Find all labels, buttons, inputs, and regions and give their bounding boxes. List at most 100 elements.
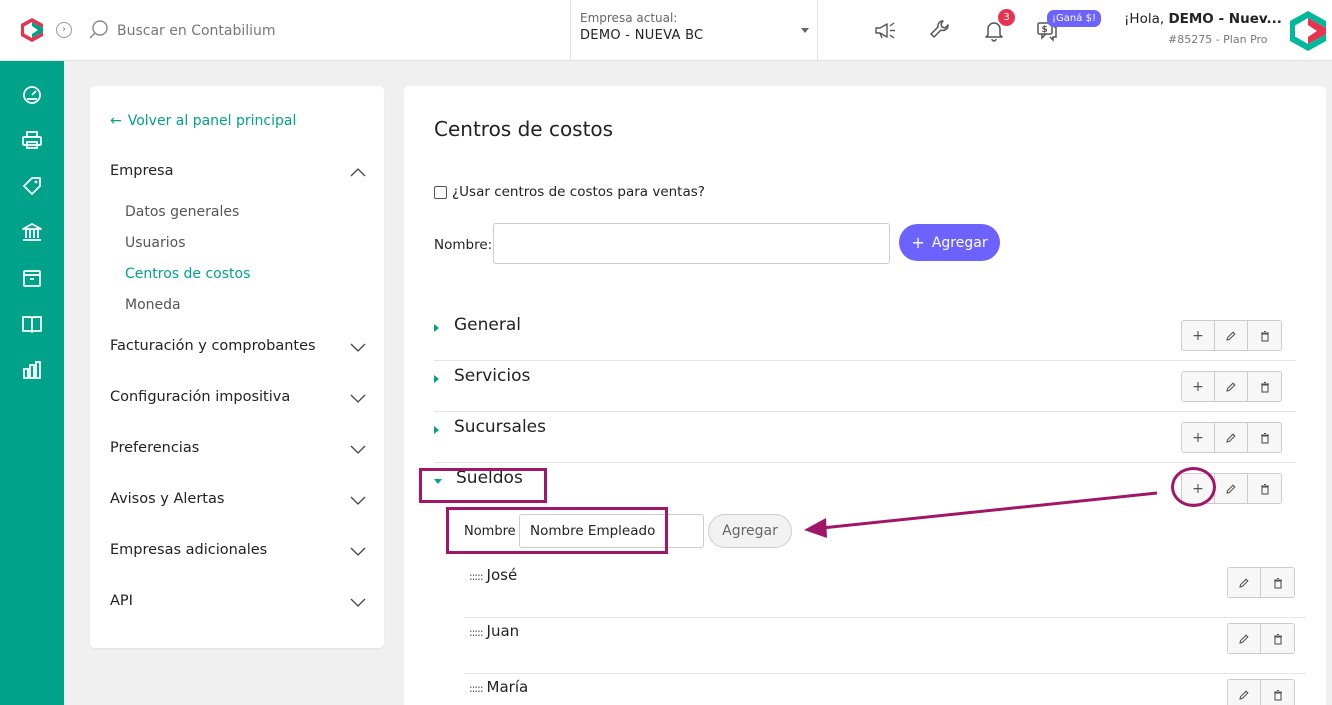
search-input[interactable] <box>117 20 417 42</box>
use-for-sales-checkbox[interactable] <box>434 185 447 199</box>
page-title: Centros de costos <box>434 117 614 141</box>
use-for-sales-option[interactable]: ¿Usar centros de costos para ventas? <box>434 184 705 200</box>
nav-section-empresas-adicionales[interactable]: Empresas adicionales <box>110 542 366 558</box>
row-actions <box>1227 679 1295 705</box>
edit-button[interactable] <box>1215 423 1248 452</box>
add-sub-item-button[interactable]: + <box>1182 423 1215 452</box>
caret-right-icon[interactable] <box>434 426 439 434</box>
drag-handle-icon[interactable]: ::::: <box>469 570 483 583</box>
user-avatar[interactable] <box>1286 9 1330 53</box>
plus-icon: + <box>911 232 925 252</box>
row-actions <box>1227 623 1295 654</box>
trash-icon <box>1260 432 1269 444</box>
nav-section-facturacion[interactable]: Facturación y comprobantes <box>110 338 366 354</box>
cost-center-name-input[interactable] <box>493 223 890 264</box>
chevron-down-icon <box>350 496 366 505</box>
nav-section-avisos-y-alertas[interactable]: Avisos y Alertas <box>110 491 366 507</box>
row-actions: + <box>1181 371 1282 402</box>
sub-item-row[interactable]: ::::: María <box>464 674 1306 705</box>
nav-item-moneda[interactable]: Moneda <box>125 297 181 313</box>
nav-item-centros-de-costos[interactable]: Centros de costos <box>125 266 250 282</box>
row-actions <box>1227 567 1295 598</box>
add-sub-item-button[interactable]: + <box>1182 321 1215 350</box>
edit-button[interactable] <box>1215 372 1248 401</box>
edit-button[interactable] <box>1215 321 1248 350</box>
delete-button[interactable] <box>1261 624 1294 653</box>
arrow-left-icon: ← <box>110 113 122 129</box>
row-actions: + <box>1181 473 1282 504</box>
company-selector[interactable]: Empresa actual: DEMO - NUEVA BC <box>570 0 818 61</box>
chart-icon[interactable] <box>20 358 44 382</box>
pencil-icon <box>1239 689 1249 700</box>
printer-icon[interactable] <box>20 128 44 152</box>
pencil-icon <box>1226 483 1236 494</box>
trash-icon <box>1273 689 1282 701</box>
caret-down-icon[interactable] <box>434 479 442 484</box>
delete-button[interactable] <box>1248 372 1281 401</box>
book-icon[interactable] <box>20 312 44 336</box>
cost-center-row[interactable]: Servicios <box>434 361 1296 412</box>
pencil-icon <box>1226 381 1236 392</box>
add-cost-center-button[interactable]: + Agregar <box>899 224 1000 261</box>
trash-icon <box>1260 330 1269 342</box>
back-to-dashboard-link[interactable]: ← Volver al panel principal <box>110 113 296 129</box>
edit-button[interactable] <box>1215 474 1248 503</box>
chevron-down-icon <box>350 343 366 352</box>
nav-section-configuracion-impositiva[interactable]: Configuración impositiva <box>110 389 366 405</box>
pencil-icon <box>1239 577 1249 588</box>
employee-name-input[interactable] <box>519 514 704 548</box>
delete-button[interactable] <box>1261 568 1294 597</box>
pencil-icon <box>1226 432 1236 443</box>
sub-item-row[interactable]: ::::: Juan <box>464 618 1306 674</box>
chevron-down-icon <box>350 445 366 454</box>
name-label: Nombre: <box>434 237 493 253</box>
cost-center-row[interactable]: Sucursales <box>434 412 1296 463</box>
delete-button[interactable] <box>1248 423 1281 452</box>
wrench-icon[interactable] <box>928 18 952 42</box>
caret-right-icon[interactable] <box>434 324 439 332</box>
box-icon[interactable] <box>20 266 44 290</box>
company-label: Empresa actual: <box>580 11 678 25</box>
edit-button[interactable] <box>1228 568 1261 597</box>
caret-right-icon[interactable] <box>434 375 439 383</box>
cost-center-name: Servicios <box>454 366 531 386</box>
add-employee-button[interactable]: Agregar <box>708 514 792 548</box>
svg-text:$: $ <box>1042 25 1048 35</box>
expand-sidebar-button[interactable]: › <box>56 22 72 38</box>
cost-center-row[interactable]: General <box>434 310 1296 361</box>
add-sub-item-button[interactable]: + <box>1182 372 1215 401</box>
settings-nav: ← Volver al panel principal Empresa Datos… <box>90 86 384 648</box>
top-bar: › Empresa actual: DEMO - NUEVA BC 3 $ ¡G… <box>0 0 1332 61</box>
bank-icon[interactable] <box>20 220 44 244</box>
trash-icon <box>1273 633 1282 645</box>
drag-handle-icon[interactable]: ::::: <box>469 682 483 695</box>
nav-item-usuarios[interactable]: Usuarios <box>125 235 186 251</box>
megaphone-icon[interactable] <box>873 18 897 42</box>
cost-centers-panel: Centros de costos ¿Usar centros de costo… <box>404 86 1326 705</box>
sub-item-row[interactable]: ::::: José <box>464 562 1306 618</box>
delete-button[interactable] <box>1261 680 1294 705</box>
nav-section-api[interactable]: API <box>110 593 366 609</box>
row-actions: + <box>1181 422 1282 453</box>
pencil-icon <box>1226 330 1236 341</box>
chevron-down-icon <box>350 394 366 403</box>
delete-button[interactable] <box>1248 321 1281 350</box>
plan-info: #85275 - Plan Pro <box>1168 33 1268 46</box>
drag-handle-icon[interactable]: ::::: <box>469 626 483 639</box>
tag-icon[interactable] <box>20 174 44 198</box>
chevron-up-icon <box>350 168 366 177</box>
add-sub-item-button[interactable]: + <box>1182 474 1215 503</box>
dashboard-icon[interactable] <box>20 82 44 106</box>
edit-button[interactable] <box>1228 624 1261 653</box>
nav-section-preferencias[interactable]: Preferencias <box>110 440 366 456</box>
earn-badge[interactable]: ¡Ganá $! <box>1047 10 1101 27</box>
edit-button[interactable] <box>1228 680 1261 705</box>
nav-section-empresa[interactable]: Empresa <box>110 163 366 179</box>
nav-item-datos-generales[interactable]: Datos generales <box>125 204 239 220</box>
user-greeting[interactable]: ¡Hola, DEMO - Nuev... <box>1124 11 1282 27</box>
search-icon <box>89 20 108 39</box>
cost-center-row-expanded[interactable]: Sueldos <box>434 463 1296 514</box>
notification-badge: 3 <box>998 9 1015 26</box>
delete-button[interactable] <box>1248 474 1281 503</box>
contabilium-logo[interactable] <box>18 16 46 44</box>
